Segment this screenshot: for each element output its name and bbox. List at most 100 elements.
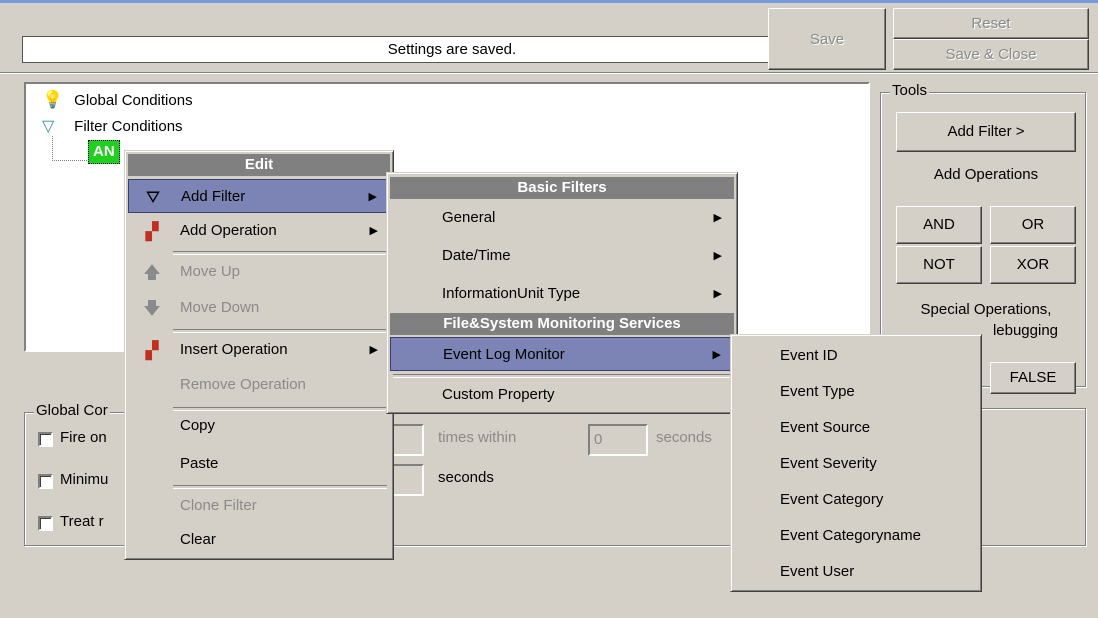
menu-item-label: Event Severity (780, 455, 877, 472)
menu-item-event-categoryname[interactable]: Event Categoryname (734, 519, 978, 553)
xor-button[interactable]: XOR (990, 246, 1076, 284)
menu-item-label: Date/Time (442, 247, 511, 264)
menu-item-label: General (442, 209, 496, 226)
tree-item-label: AN (93, 143, 115, 160)
edit-menu-header: Edit (128, 154, 390, 176)
menu-item-label: InformationUnit Type (442, 285, 581, 302)
menu-item-label: Insert Operation (180, 341, 288, 358)
submenu-arrow-icon: ▶ (713, 212, 722, 224)
submenu-arrow-icon: ▶ (369, 225, 378, 237)
menu-item-move-down[interactable]: 🡇 Move Down (128, 291, 390, 325)
menu-item-general[interactable]: General ▶ (390, 201, 734, 235)
special-operations-label: Special Operations, (920, 301, 1052, 318)
treat-label: Treat r (60, 513, 104, 530)
submenu-arrow-icon: ▶ (712, 349, 721, 361)
menu-item-event-severity[interactable]: Event Severity (734, 447, 978, 481)
tree-item-and[interactable]: AN (88, 140, 120, 164)
times-within-label: times within (438, 429, 517, 446)
seconds-label: seconds (656, 429, 712, 446)
save-close-button[interactable]: Save & Close (893, 39, 1089, 70)
menu-item-label: Event Type (780, 383, 855, 400)
tree-item-label: Filter Conditions (74, 118, 183, 135)
menu-item-move-up[interactable]: 🡅 Move Up (128, 255, 390, 289)
menu-item-label: Move Up (180, 263, 241, 280)
menu-item-remove-operation[interactable]: Remove Operation (128, 368, 390, 402)
save-button[interactable]: Save (768, 8, 886, 70)
menu-item-label: Clone Filter (180, 497, 257, 514)
or-button[interactable]: OR (990, 206, 1076, 244)
seconds-input[interactable]: 0 (588, 424, 648, 456)
tree-item-filter[interactable]: ▽ Filter Conditions (42, 116, 183, 136)
window-top-border (0, 0, 1098, 3)
menu-item-event-type[interactable]: Event Type (734, 375, 978, 409)
and-button[interactable]: AND (896, 206, 982, 244)
fire-on-label: Fire on (60, 429, 107, 446)
menu-item-informationunit-type[interactable]: InformationUnit Type ▶ (390, 277, 734, 311)
divider (0, 72, 1098, 74)
menu-item-event-source[interactable]: Event Source (734, 411, 978, 445)
funnel-icon: ⛛ (145, 188, 161, 207)
menu-item-label: Remove Operation (180, 376, 306, 393)
tools-title: Tools (890, 82, 930, 99)
submenu-arrow-icon: ▶ (713, 288, 722, 300)
menu-item-label: Event Categoryname (780, 527, 921, 544)
menu-item-event-user[interactable]: Event User (734, 555, 978, 589)
file-system-monitoring-header: File&System Monitoring Services (390, 313, 734, 335)
menu-item-add-operation[interactable]: ▞ Add Operation ▶ (128, 214, 390, 248)
menu-item-label: Add Operation (180, 222, 277, 239)
reset-button[interactable]: Reset (893, 8, 1089, 39)
menu-item-copy[interactable]: Copy (128, 409, 390, 443)
menu-item-label: Copy (180, 417, 216, 434)
menu-item-label: Clear (180, 531, 216, 548)
fire-on-checkbox[interactable] (38, 432, 53, 447)
menu-item-label: Event Category (780, 491, 884, 508)
not-button[interactable]: NOT (896, 246, 982, 284)
treat-checkbox[interactable] (38, 516, 53, 531)
edit-context-menu: Edit ⛛ Add Filter ▶ ▞ Add Operation ▶ 🡅 … (124, 150, 394, 560)
menu-item-label: Event Log Monitor (443, 346, 565, 363)
operation-icon: ▞ (145, 341, 159, 360)
arrow-down-icon: 🡇 (143, 299, 161, 318)
menu-item-clear[interactable]: Clear (128, 523, 390, 557)
count-input[interactable] (392, 424, 424, 456)
menu-item-label: Event Source (780, 419, 871, 436)
add-operations-label: Add Operations (933, 166, 1039, 183)
menu-item-label: Move Down (180, 299, 260, 316)
tree-item-label: Global Conditions (74, 92, 193, 109)
menu-item-clone-filter[interactable]: Clone Filter (128, 489, 390, 523)
event-log-submenu: Event ID Event Type Event Source Event S… (730, 334, 982, 592)
menu-item-label: Event ID (780, 347, 838, 364)
menu-item-label: Paste (180, 455, 219, 472)
global-conditions-title: Global Cor (34, 402, 110, 419)
menu-item-date-time[interactable]: Date/Time ▶ (390, 239, 734, 273)
menu-item-label: Event User (780, 563, 855, 580)
minimum-checkbox[interactable] (38, 474, 53, 489)
menu-item-event-category[interactable]: Event Category (734, 483, 978, 517)
menu-item-event-id[interactable]: Event ID (734, 339, 978, 373)
menu-item-paste[interactable]: Paste (128, 447, 390, 481)
menu-item-insert-operation[interactable]: ▞ Insert Operation ▶ (128, 333, 390, 367)
tree-item-global[interactable]: 💡 Global Conditions (42, 90, 193, 110)
lightbulb-icon: 💡 (42, 90, 64, 109)
submenu-arrow-icon: ▶ (713, 250, 722, 262)
funnel-icon: ▽ (42, 118, 55, 135)
submenu-arrow-icon: ▶ (369, 344, 378, 356)
seconds-value: 0 (594, 431, 603, 448)
operation-icon: ▞ (145, 222, 159, 241)
basic-filters-header: Basic Filters (390, 177, 734, 199)
status-bar: Settings are saved. (22, 36, 882, 63)
menu-item-label: Add Filter (181, 188, 246, 205)
menu-item-event-log-monitor[interactable]: Event Log Monitor ▶ (390, 337, 734, 371)
seconds-label-2: seconds (438, 469, 494, 486)
add-filter-button[interactable]: Add Filter > (896, 112, 1076, 152)
submenu-arrow-icon: ▶ (368, 191, 377, 203)
minimum-label: Minimu (60, 471, 109, 488)
menu-item-label: Custom Property (442, 386, 555, 403)
tree-connector (52, 136, 91, 161)
arrow-up-icon: 🡅 (143, 263, 161, 282)
min-seconds-input[interactable] (392, 464, 424, 496)
menu-item-custom-property[interactable]: Custom Property (390, 378, 734, 412)
false-button[interactable]: FALSE (990, 362, 1076, 394)
filter-submenu: Basic Filters General ▶ Date/Time ▶ Info… (386, 172, 738, 414)
menu-item-add-filter[interactable]: ⛛ Add Filter ▶ (128, 179, 390, 213)
